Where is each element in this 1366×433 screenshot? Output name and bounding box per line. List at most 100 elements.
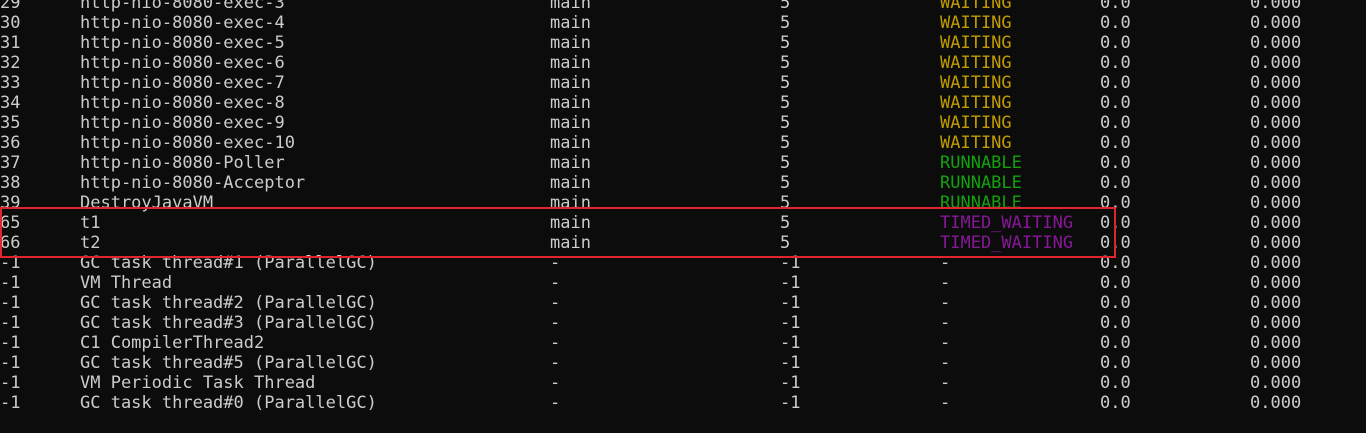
table-row: -1 VM Thread - -1 - 0.0 0.000 [0, 273, 1366, 293]
thread-id: 29 [0, 0, 21, 13]
thread-name: http-nio-8080-exec-7 [80, 73, 285, 93]
thread-group: main [550, 153, 591, 173]
thread-priority: -1 [780, 373, 801, 393]
thread-cpu: 0.0 [1100, 333, 1131, 353]
thread-priority: 5 [780, 33, 791, 53]
thread-group: - [550, 313, 561, 333]
thread-state: RUNNABLE [940, 193, 1022, 213]
table-row: -1 GC task thread#0 (ParallelGC) - -1 - 0.0 0.… [0, 393, 1366, 413]
table-row: 31 http-nio-8080-exec-5 main 5 WAITING 0.0 0.0… [0, 33, 1366, 53]
thread-id: 37 [0, 153, 21, 173]
thread-cpu: 0.0 [1100, 253, 1131, 273]
table-row: 37 http-nio-8080-Poller main 5 RUNNABLE 0.0 0.… [0, 153, 1366, 173]
thread-cpu: 0.0 [1100, 133, 1131, 153]
thread-priority: 5 [780, 133, 791, 153]
thread-id: -1 [0, 373, 21, 393]
thread-delta: 0.000 [1250, 273, 1302, 293]
table-row: -1 GC task thread#3 (ParallelGC) - -1 - 0.0 0.… [0, 313, 1366, 333]
thread-state: - [940, 393, 951, 413]
thread-state: WAITING [940, 13, 1012, 33]
thread-cpu: 0.0 [1100, 313, 1131, 333]
thread-group: - [550, 273, 561, 293]
thread-priority: 5 [780, 193, 791, 213]
thread-name: http-nio-8080-exec-3 [80, 0, 285, 13]
table-row: 29 http-nio-8080-exec-3 main 5 WAITING 0.0 0.0… [0, 0, 1366, 13]
thread-name: DestroyJavaVM [80, 193, 214, 213]
thread-delta: 0.000 [1250, 173, 1302, 193]
thread-state: WAITING [940, 0, 1012, 13]
thread-group: main [550, 13, 591, 33]
thread-state: WAITING [940, 53, 1012, 73]
thread-group: main [550, 73, 591, 93]
thread-name: GC task thread#0 (ParallelGC) [80, 393, 377, 413]
thread-delta: 0.000 [1250, 0, 1302, 13]
thread-priority: -1 [780, 313, 801, 333]
thread-id: 66 [0, 233, 21, 253]
thread-group: main [550, 233, 591, 253]
thread-delta: 0.000 [1250, 373, 1302, 393]
thread-name: GC task thread#2 (ParallelGC) [80, 293, 377, 313]
thread-name: http-nio-8080-exec-10 [80, 133, 295, 153]
thread-delta: 0.000 [1250, 133, 1302, 153]
thread-group: - [550, 293, 561, 313]
thread-group: - [550, 373, 561, 393]
thread-group: - [550, 353, 561, 373]
thread-priority: -1 [780, 333, 801, 353]
thread-id: -1 [0, 353, 21, 373]
thread-cpu: 0.0 [1100, 173, 1131, 193]
thread-delta: 0.000 [1250, 253, 1302, 273]
thread-group: main [550, 193, 591, 213]
thread-state: - [940, 353, 951, 373]
thread-state: WAITING [940, 73, 1012, 93]
thread-delta: 0.000 [1250, 193, 1302, 213]
thread-priority: 5 [780, 173, 791, 193]
thread-name: GC task thread#5 (ParallelGC) [80, 353, 377, 373]
thread-state: - [940, 253, 951, 273]
thread-id: -1 [0, 333, 21, 353]
thread-priority: -1 [780, 273, 801, 293]
thread-name: VM Periodic Task Thread [80, 373, 316, 393]
thread-id: 30 [0, 13, 21, 33]
thread-state: - [940, 273, 951, 293]
thread-cpu: 0.0 [1100, 353, 1131, 373]
thread-state: TIMED_WAITING [940, 233, 1074, 253]
thread-name: http-nio-8080-exec-5 [80, 33, 285, 53]
thread-name: t2 [80, 233, 101, 253]
thread-delta: 0.000 [1250, 313, 1302, 333]
table-row: 66 t2 main 5 TIMED_WAITING 0.0 0.000 [0, 233, 1366, 253]
thread-priority: 5 [780, 233, 791, 253]
thread-delta: 0.000 [1250, 353, 1302, 373]
thread-state: TIMED_WAITING [940, 213, 1074, 233]
thread-state: - [940, 333, 951, 353]
thread-group: main [550, 213, 591, 233]
table-row: 35 http-nio-8080-exec-9 main 5 WAITING 0.0 0.0… [0, 113, 1366, 133]
thread-delta: 0.000 [1250, 213, 1302, 233]
table-row: 36 http-nio-8080-exec-10 main 5 WAITING 0.0 0.… [0, 133, 1366, 153]
thread-cpu: 0.0 [1100, 233, 1131, 253]
thread-priority: 5 [780, 153, 791, 173]
thread-state: RUNNABLE [940, 173, 1022, 193]
thread-delta: 0.000 [1250, 33, 1302, 53]
thread-cpu: 0.0 [1100, 193, 1131, 213]
thread-priority: -1 [780, 293, 801, 313]
thread-name: C1 CompilerThread2 [80, 333, 265, 353]
thread-name: http-nio-8080-Acceptor [80, 173, 306, 193]
thread-state: WAITING [940, 113, 1012, 133]
table-row: -1 VM Periodic Task Thread - -1 - 0.0 0.000 [0, 373, 1366, 393]
thread-state: RUNNABLE [940, 153, 1022, 173]
thread-cpu: 0.0 [1100, 113, 1131, 133]
thread-delta: 0.000 [1250, 333, 1302, 353]
thread-state: WAITING [940, 33, 1012, 53]
thread-state: - [940, 373, 951, 393]
table-row: -1 C1 CompilerThread2 - -1 - 0.0 0.000 [0, 333, 1366, 353]
table-row: -1 GC task thread#5 (ParallelGC) - -1 - 0.0 0.… [0, 353, 1366, 373]
thread-id: 35 [0, 113, 21, 133]
thread-name: GC task thread#1 (ParallelGC) [80, 253, 377, 273]
thread-cpu: 0.0 [1100, 373, 1131, 393]
thread-priority: -1 [780, 393, 801, 413]
thread-id: 39 [0, 193, 21, 213]
thread-priority: 5 [780, 0, 791, 13]
thread-id: 31 [0, 33, 21, 53]
thread-id: 34 [0, 93, 21, 113]
thread-group: main [550, 93, 591, 113]
